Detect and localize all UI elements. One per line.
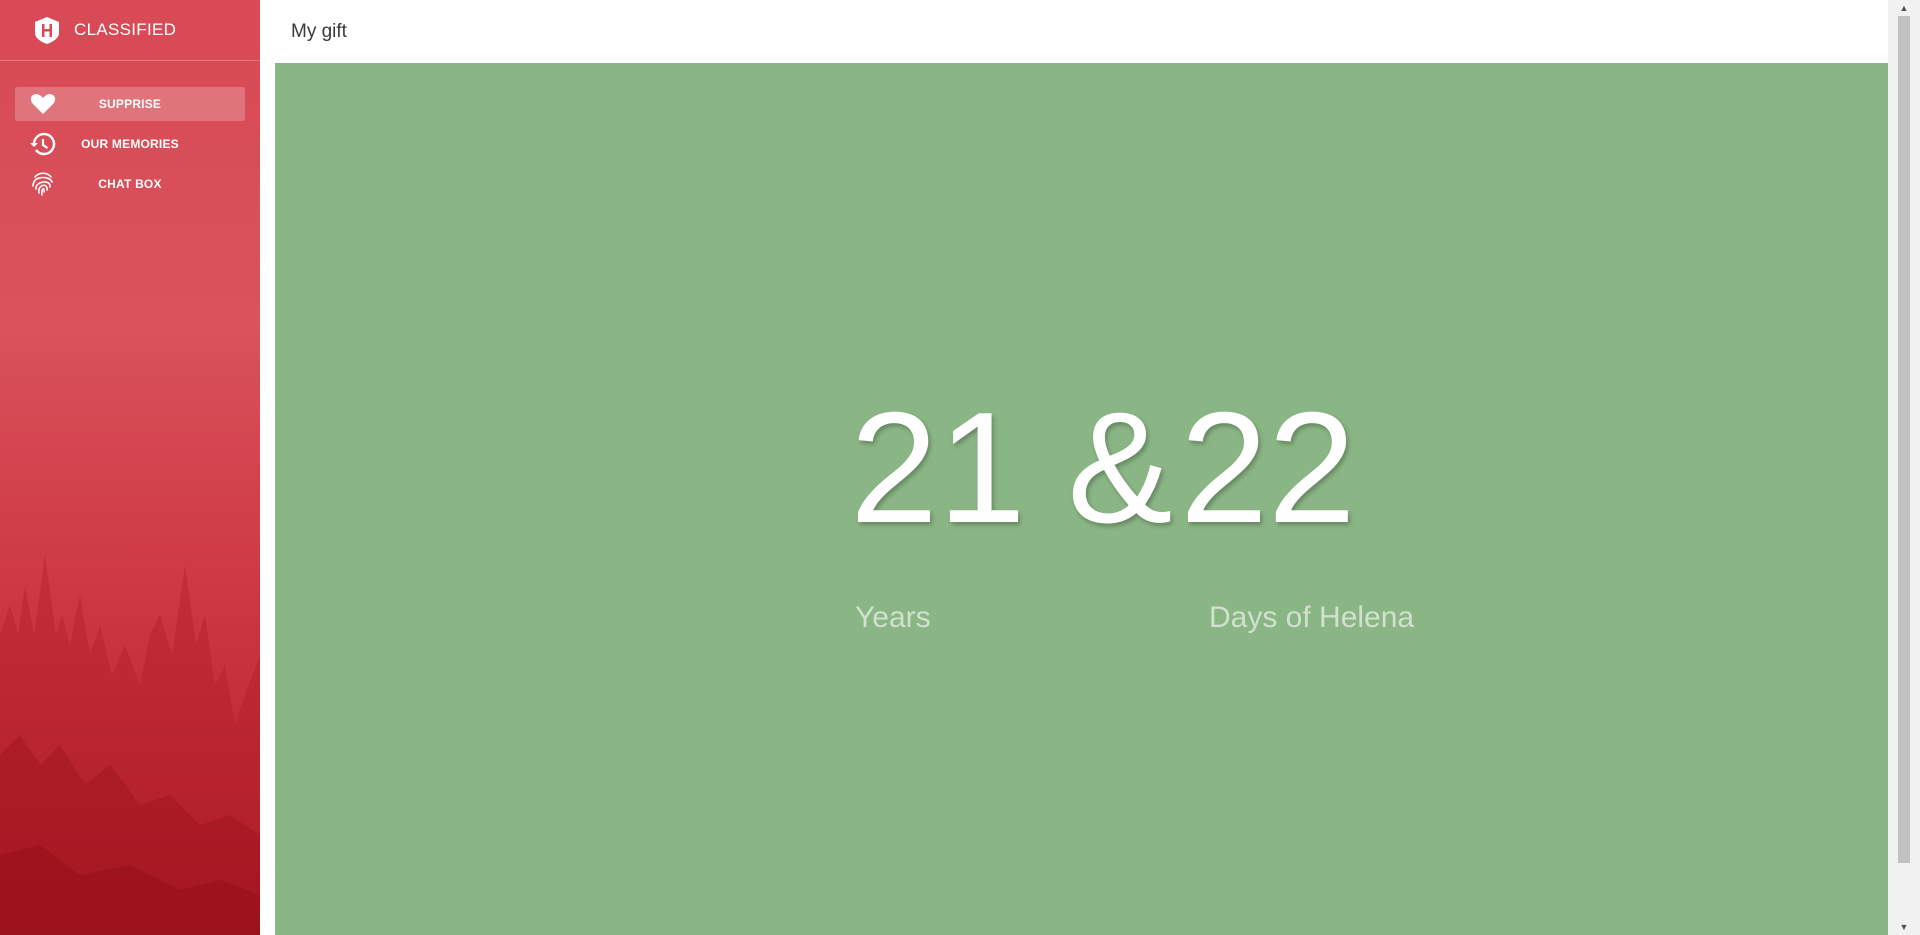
- brand-name: CLASSIFIED: [74, 20, 177, 39]
- forest-background-image: [0, 555, 260, 935]
- scrollbar-thumb[interactable]: [1898, 16, 1910, 863]
- sidebar-item-chat-box[interactable]: CHAT BOX: [15, 167, 245, 201]
- counter-display: 21 & 22: [850, 389, 1356, 547]
- sidebar-item-supprise[interactable]: SUPPRISE: [15, 87, 245, 121]
- days-value: 22: [1180, 380, 1356, 556]
- heart-icon: [15, 93, 71, 115]
- sidebar-item-label: CHAT BOX: [98, 177, 162, 191]
- gift-panel: 21 & 22 Years Days of Helena: [275, 63, 1888, 935]
- fingerprint-icon: [15, 171, 71, 197]
- scroll-down-arrow-icon[interactable]: ▼: [1898, 921, 1910, 933]
- page-scrollbar[interactable]: ▲ ▼: [1888, 0, 1920, 935]
- page-title: My gift: [291, 20, 347, 42]
- years-value: 21: [850, 380, 1026, 556]
- shield-h-logo-icon: [35, 17, 59, 44]
- scroll-up-arrow-icon[interactable]: ▲: [1898, 2, 1910, 14]
- sidebar-item-label: OUR MEMORIES: [81, 137, 179, 151]
- years-label: Years: [855, 601, 931, 634]
- sidebar-item-label: SUPPRISE: [98, 97, 162, 111]
- ampersand-separator: &: [1067, 380, 1173, 556]
- sidebar: CLASSIFIED SUPPRISE OUR MEMORIES CHAT BO…: [0, 0, 260, 935]
- history-icon: [15, 132, 71, 156]
- top-bar: My gift: [260, 0, 1888, 63]
- sidebar-item-our-memories[interactable]: OUR MEMORIES: [15, 127, 245, 161]
- brand[interactable]: CLASSIFIED: [0, 0, 260, 61]
- sidebar-nav: SUPPRISE OUR MEMORIES CHAT BOX: [0, 61, 260, 201]
- days-label: Days of Helena: [1209, 601, 1415, 634]
